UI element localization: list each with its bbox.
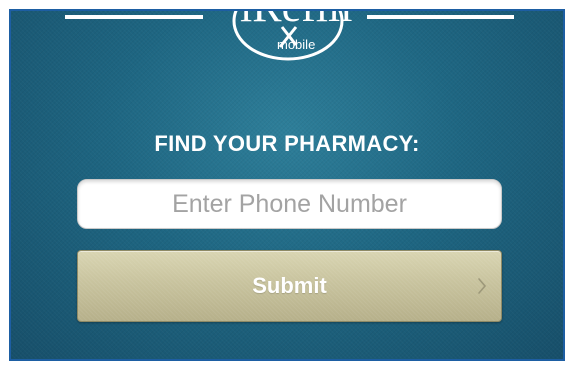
rx-logo-icon: iRefill — [232, 11, 352, 61]
logo-rule-left — [65, 15, 203, 19]
logo-subtitle: mobile — [277, 37, 316, 52]
chevron-right-icon — [478, 278, 487, 294]
app-screen-frame: iRefill mobile FIND YOUR PHARMACY: Submi… — [9, 9, 565, 361]
submit-button-label: Submit — [252, 273, 327, 298]
phone-number-input[interactable] — [77, 179, 502, 229]
app-screen: iRefill mobile FIND YOUR PHARMACY: Submi… — [11, 11, 563, 359]
submit-button[interactable]: Submit — [77, 250, 502, 322]
page-title: FIND YOUR PHARMACY: — [154, 131, 420, 156]
logo-rule-right — [367, 15, 514, 19]
